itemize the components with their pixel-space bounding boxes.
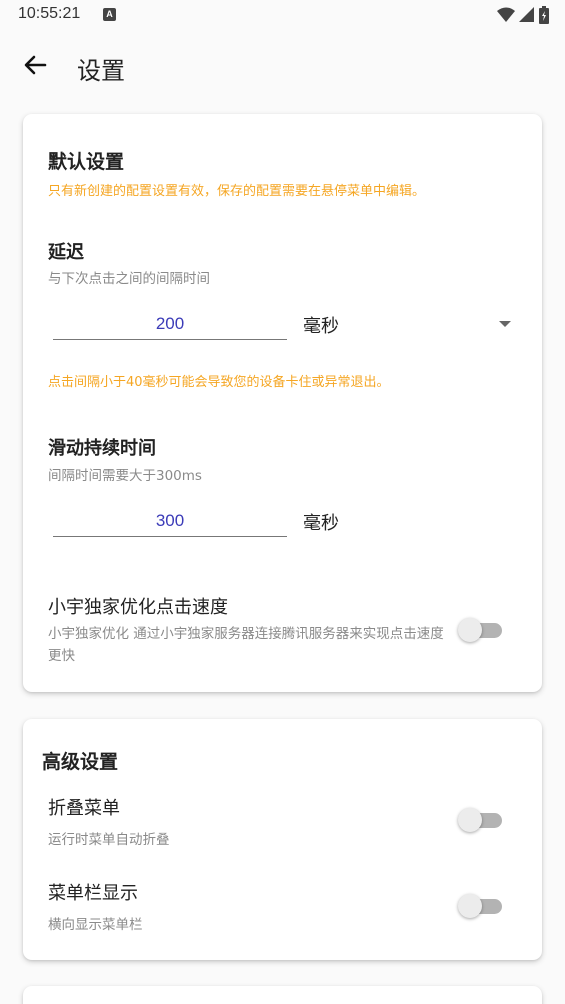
- delay-title: 延迟: [48, 242, 84, 263]
- advanced-settings-card: 高级设置 折叠菜单 运行时菜单自动折叠 菜单栏显示 横向显示菜单栏: [23, 719, 542, 960]
- toggle-thumb: [458, 618, 482, 642]
- dropdown-arrow-icon[interactable]: [499, 321, 511, 327]
- default-settings-notice: 只有新创建的配置设置有效，保存的配置需要在悬停菜单中编辑。: [48, 184, 426, 199]
- page-title: 设置: [77, 57, 125, 85]
- arrow-left-icon[interactable]: [20, 50, 50, 80]
- optimize-subtitle: 小宇独家优化 通过小宇独家服务器连接腾讯服务器来实现点击速度更快: [48, 626, 444, 664]
- optimize-title: 小宇独家优化点击速度: [48, 597, 228, 618]
- status-icons: [497, 6, 549, 24]
- collapse-menu-toggle[interactable]: [458, 807, 504, 833]
- optimize-toggle[interactable]: [458, 617, 504, 643]
- toggle-thumb: [458, 894, 482, 918]
- menu-bar-toggle[interactable]: [458, 893, 504, 919]
- section-title-default: 默认设置: [48, 151, 125, 173]
- swipe-duration-unit: 毫秒: [303, 513, 339, 534]
- swipe-duration-subtitle: 间隔时间需要大于300ms: [48, 468, 202, 484]
- next-settings-card: [23, 986, 542, 1004]
- section-title-advanced: 高级设置: [42, 751, 119, 773]
- status-time: 10:55:21: [18, 5, 81, 22]
- collapse-menu-title: 折叠菜单: [48, 798, 120, 819]
- delay-unit-select[interactable]: 毫秒: [303, 312, 339, 338]
- toggle-thumb: [458, 808, 482, 832]
- default-settings-card: 默认设置 只有新创建的配置设置有效，保存的配置需要在悬停菜单中编辑。 延迟 与下…: [23, 114, 542, 692]
- menu-bar-title: 菜单栏显示: [48, 883, 138, 904]
- delay-warning: 点击间隔小于40毫秒可能会导致您的设备卡住或异常退出。: [48, 375, 390, 390]
- swipe-duration-input[interactable]: 300: [53, 507, 287, 537]
- signal-icon: [519, 7, 534, 22]
- menu-bar-subtitle: 横向显示菜单栏: [48, 917, 143, 933]
- swipe-duration-title: 滑动持续时间: [48, 438, 156, 459]
- notification-icon: A: [103, 8, 116, 21]
- delay-input[interactable]: 200: [53, 310, 287, 340]
- delay-subtitle: 与下次点击之间的间隔时间: [48, 271, 210, 287]
- battery-icon: [539, 6, 549, 24]
- app-toolbar: 设置: [0, 36, 565, 96]
- wifi-icon: [497, 7, 515, 22]
- status-bar: 10:55:21 A: [0, 0, 565, 32]
- collapse-menu-subtitle: 运行时菜单自动折叠: [48, 832, 170, 848]
